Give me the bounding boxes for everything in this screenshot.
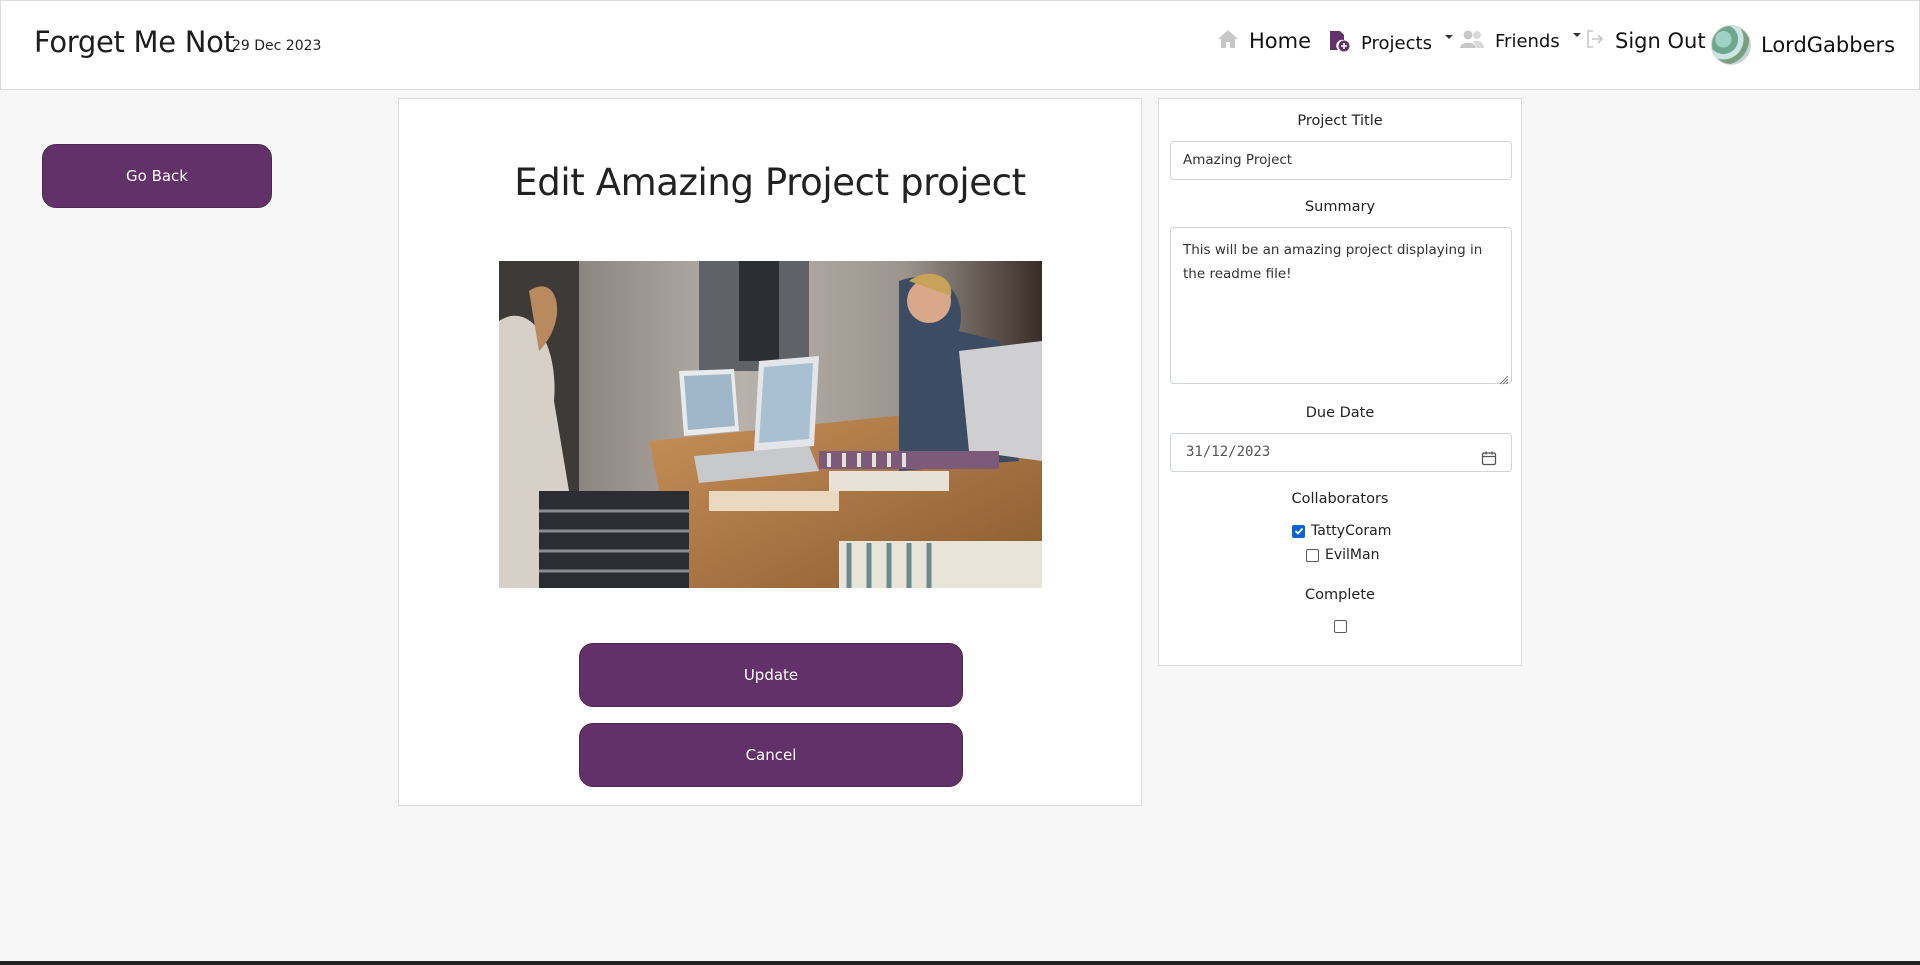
collaborator-name: TattyCoram: [1311, 523, 1392, 539]
chevron-down-icon: [1572, 33, 1581, 37]
summary-text: This will be an amazing project displayi…: [1183, 242, 1483, 282]
chevron-down-icon: [1444, 35, 1453, 39]
home-icon: [1217, 29, 1239, 53]
current-date: 29 Dec 2023: [232, 38, 322, 54]
calendar-icon[interactable]: [1481, 444, 1497, 481]
project-title-input[interactable]: Amazing Project: [1170, 141, 1512, 180]
nav-sign-out[interactable]: Sign Out: [1585, 29, 1706, 53]
summary-label: Summary: [1304, 199, 1376, 215]
cancel-button[interactable]: Cancel: [579, 723, 963, 787]
collaborators-label: Collaborators: [1291, 491, 1389, 507]
update-button[interactable]: Update: [579, 643, 963, 707]
complete-checkbox-row[interactable]: [1334, 620, 1347, 633]
projects-icon: [1327, 29, 1351, 57]
nav-friends[interactable]: Friends: [1459, 29, 1581, 53]
checkbox-checked[interactable]: [1292, 524, 1305, 538]
project-image: [499, 261, 1042, 588]
nav-home-label: Home: [1249, 29, 1312, 53]
resize-grip-icon[interactable]: [1497, 369, 1509, 385]
collaborator-tattycoram[interactable]: TattyCoram: [1292, 523, 1391, 539]
nav-friends-label: Friends: [1495, 30, 1560, 52]
complete-checkbox[interactable]: [1334, 620, 1347, 633]
avatar: [1711, 25, 1751, 65]
project-title-label: Project Title: [1297, 113, 1383, 129]
brand[interactable]: Forget Me Not: [34, 25, 235, 59]
bottom-border: [0, 961, 1920, 965]
checkbox-unchecked[interactable]: [1306, 548, 1319, 562]
username: LordGabbers: [1761, 33, 1896, 57]
due-date-value: 31/12/2023: [1186, 444, 1271, 460]
sign-out-icon: [1585, 29, 1605, 53]
due-date-input[interactable]: 31/12/2023: [1170, 433, 1512, 472]
nav-sign-out-label: Sign Out: [1615, 29, 1706, 53]
page-title: Edit Amazing Project project: [514, 161, 1026, 204]
due-date-label: Due Date: [1305, 405, 1375, 421]
go-back-button[interactable]: Go Back: [42, 144, 272, 208]
complete-label: Complete: [1305, 587, 1375, 603]
nav-home[interactable]: Home: [1217, 29, 1311, 53]
collaborator-name: EvilMan: [1325, 547, 1380, 563]
friends-icon: [1459, 29, 1485, 53]
user-menu[interactable]: LordGabbers: [1711, 25, 1895, 65]
navbar: Forget Me Not 29 Dec 2023 Home Projects …: [0, 0, 1920, 90]
project-form: Project Title Amazing Project Summary Th…: [1158, 98, 1522, 666]
edit-project-card: Edit Amazing Project project Update Canc…: [398, 98, 1142, 806]
nav-projects-label: Projects: [1361, 32, 1432, 54]
summary-textarea[interactable]: This will be an amazing project displayi…: [1170, 227, 1512, 385]
nav-projects[interactable]: Projects: [1327, 29, 1453, 57]
collaborator-evilman[interactable]: EvilMan: [1306, 547, 1379, 563]
